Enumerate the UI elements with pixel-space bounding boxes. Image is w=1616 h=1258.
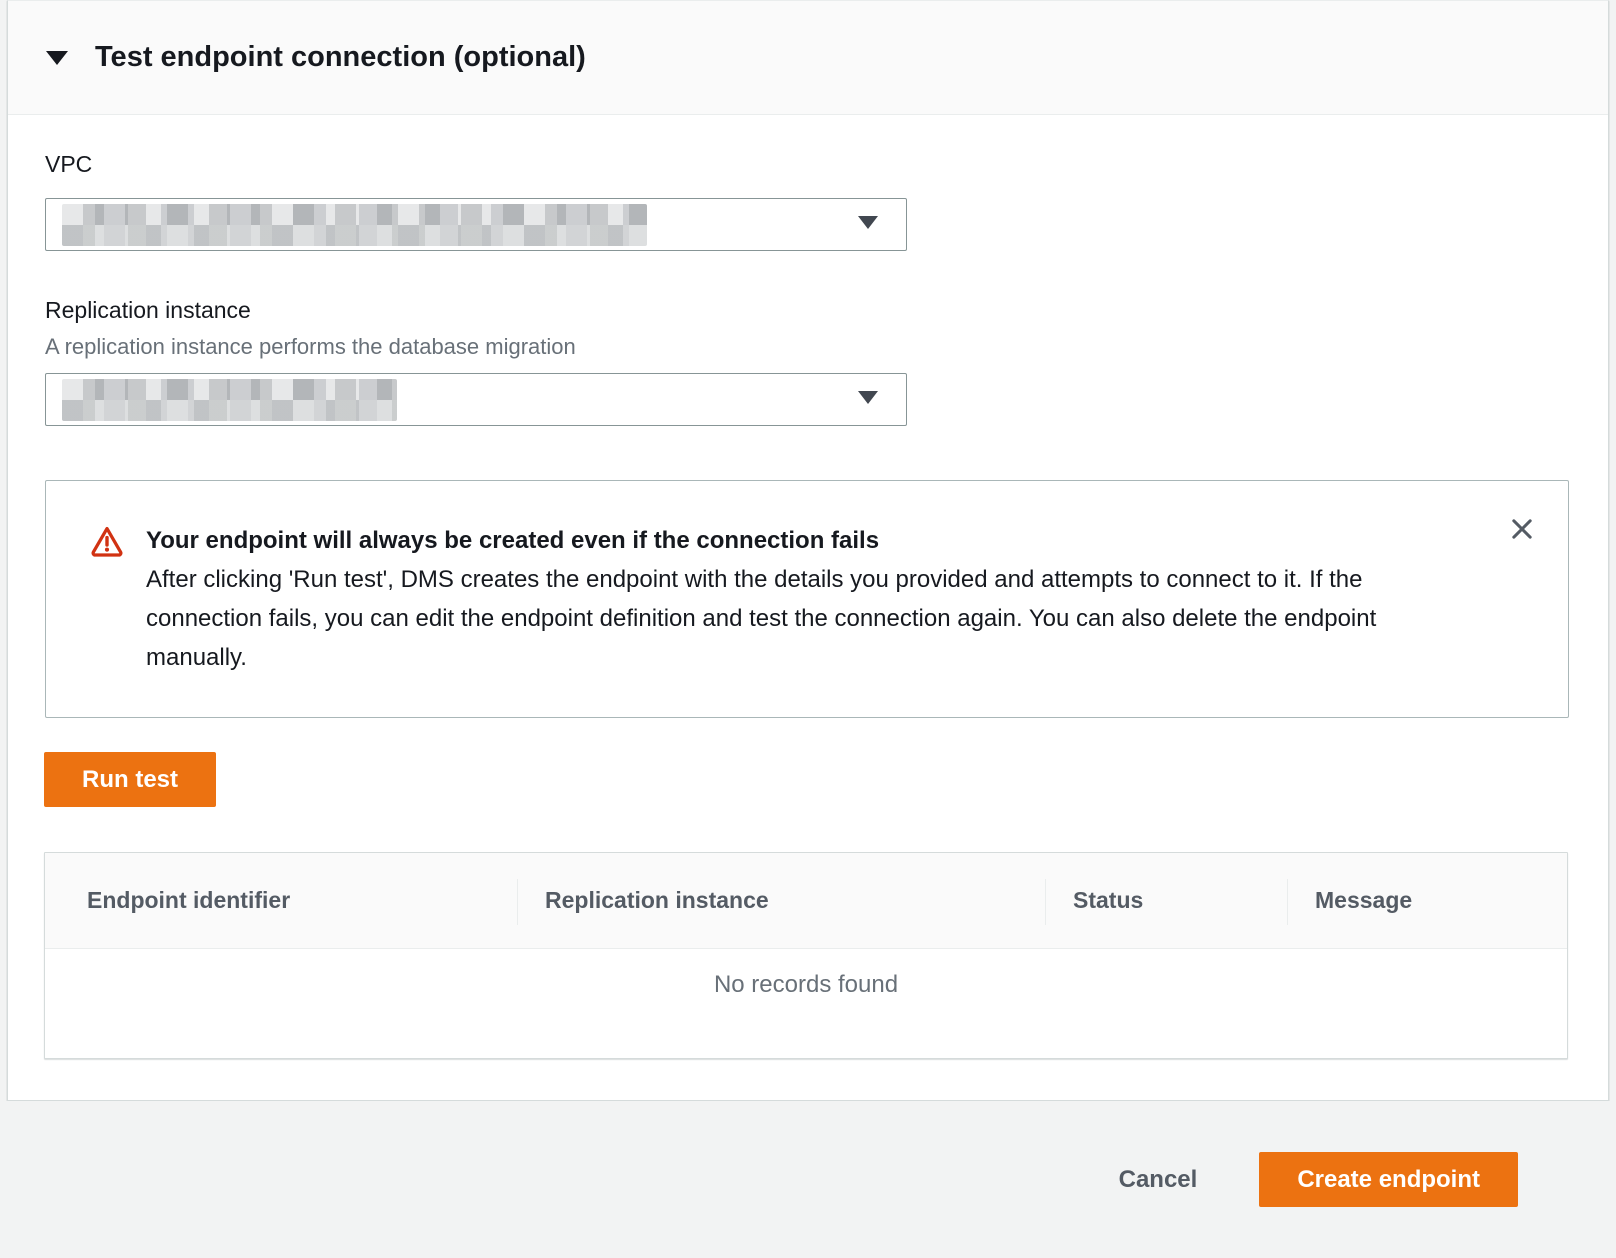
replication-instance-value-redacted bbox=[62, 379, 397, 421]
close-icon[interactable] bbox=[1504, 511, 1540, 547]
column-header-replication-instance: Replication instance bbox=[517, 853, 1045, 948]
form-footer: Cancel Create endpoint bbox=[0, 1101, 1616, 1258]
table-empty-state: No records found bbox=[45, 949, 1567, 1059]
run-test-button[interactable]: Run test bbox=[44, 752, 216, 807]
vpc-select[interactable] bbox=[45, 198, 907, 251]
section-header-toggle[interactable]: Test endpoint connection (optional) bbox=[8, 1, 1608, 115]
create-endpoint-button[interactable]: Create endpoint bbox=[1259, 1152, 1518, 1207]
connection-results-table: Endpoint identifier Replication instance… bbox=[44, 852, 1568, 1059]
caret-down-icon bbox=[858, 216, 878, 229]
alert-text: Your endpoint will always be created eve… bbox=[146, 521, 1456, 717]
vpc-label: VPC bbox=[45, 151, 92, 178]
warning-triangle-icon bbox=[90, 524, 124, 558]
column-header-message: Message bbox=[1287, 853, 1567, 948]
section-title: Test endpoint connection (optional) bbox=[95, 41, 586, 74]
table-header-row: Endpoint identifier Replication instance… bbox=[45, 853, 1567, 949]
warning-alert: Your endpoint will always be created eve… bbox=[45, 480, 1569, 718]
column-header-status: Status bbox=[1045, 853, 1287, 948]
column-header-endpoint-identifier: Endpoint identifier bbox=[45, 853, 517, 948]
replication-instance-select[interactable] bbox=[45, 373, 907, 426]
cancel-button[interactable]: Cancel bbox=[1119, 1166, 1198, 1194]
vpc-select-value-redacted bbox=[62, 204, 647, 246]
caret-down-icon bbox=[46, 51, 68, 65]
replication-instance-description: A replication instance performs the data… bbox=[45, 334, 576, 360]
test-endpoint-panel: Test endpoint connection (optional) VPC … bbox=[7, 0, 1609, 1101]
alert-body: After clicking 'Run test', DMS creates t… bbox=[146, 560, 1456, 677]
replication-instance-label: Replication instance bbox=[45, 297, 251, 324]
caret-down-icon bbox=[858, 391, 878, 404]
alert-title: Your endpoint will always be created eve… bbox=[146, 521, 1456, 560]
